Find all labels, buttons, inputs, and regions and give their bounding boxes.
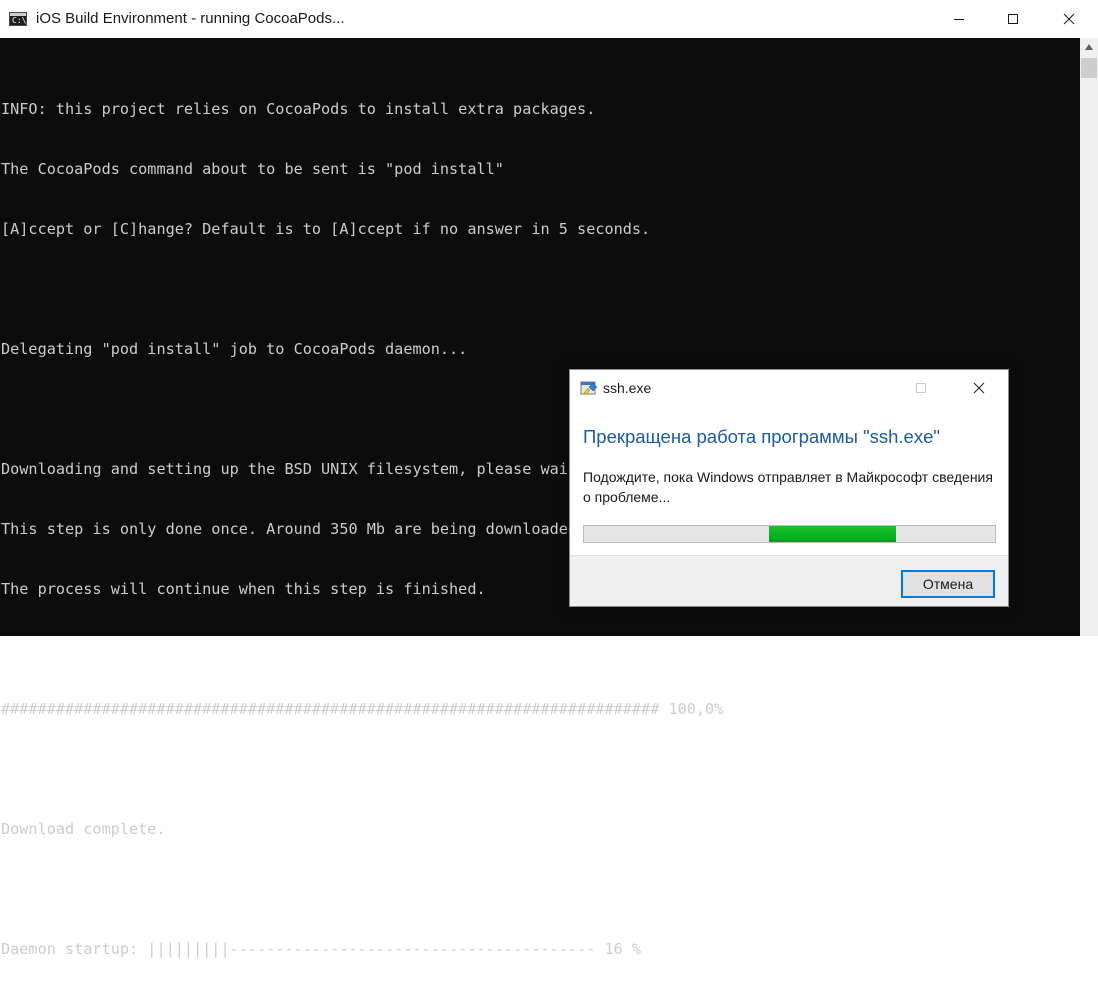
- ssh-exe-icon: [580, 379, 598, 397]
- dialog-message: Подождите, пока Windows отправляет в Май…: [583, 469, 993, 505]
- close-icon: [1063, 13, 1075, 25]
- cancel-button[interactable]: Отмена: [901, 570, 995, 598]
- dialog-maximize-button: [898, 370, 944, 406]
- maximize-button[interactable]: [990, 0, 1036, 38]
- console-line: The CocoaPods command about to be sent i…: [1, 160, 504, 178]
- console-titlebar[interactable]: C:\_ iOS Build Environment - running Coc…: [0, 0, 1098, 38]
- dialog-heading: Прекращена работа программы "ssh.exe": [583, 426, 940, 447]
- scroll-track[interactable]: [1080, 80, 1098, 636]
- progress-indicator: [769, 526, 896, 542]
- scroll-up-button[interactable]: [1080, 38, 1098, 56]
- minimize-icon: [954, 19, 964, 20]
- close-button[interactable]: [1046, 0, 1092, 38]
- console-line: [A]ccept or [C]hange? Default is to [A]c…: [1, 220, 651, 238]
- vertical-scrollbar[interactable]: [1080, 38, 1098, 636]
- maximize-icon: [1008, 14, 1018, 24]
- dialog-footer: Отмена: [570, 555, 1008, 606]
- console-line: INFO: this project relies on CocoaPods t…: [1, 100, 596, 118]
- progress-bar: [583, 525, 996, 543]
- minimize-button[interactable]: [936, 0, 982, 38]
- console-line: Daemon startup: |||||||||---------------…: [1, 940, 642, 958]
- console-line: Download complete.: [1, 820, 166, 838]
- dialog-titlebar[interactable]: ssh.exe: [570, 370, 1008, 406]
- console-icon-glyph: C:\_: [12, 16, 32, 25]
- scroll-thumb[interactable]: [1081, 58, 1097, 78]
- maximize-icon: [916, 383, 926, 393]
- dialog-title: ssh.exe: [603, 380, 652, 396]
- window-title: iOS Build Environment - running CocoaPod…: [36, 10, 345, 27]
- console-line: ########################################…: [1, 700, 724, 718]
- console-icon: C:\_: [9, 12, 31, 26]
- close-icon: [973, 382, 985, 394]
- error-dialog: ssh.exe Прекращена работа программы "ssh…: [569, 369, 1009, 607]
- dialog-close-button[interactable]: [956, 370, 1002, 406]
- console-line: Delegating "pod install" job to CocoaPod…: [1, 340, 468, 358]
- chevron-up-icon: [1085, 44, 1093, 50]
